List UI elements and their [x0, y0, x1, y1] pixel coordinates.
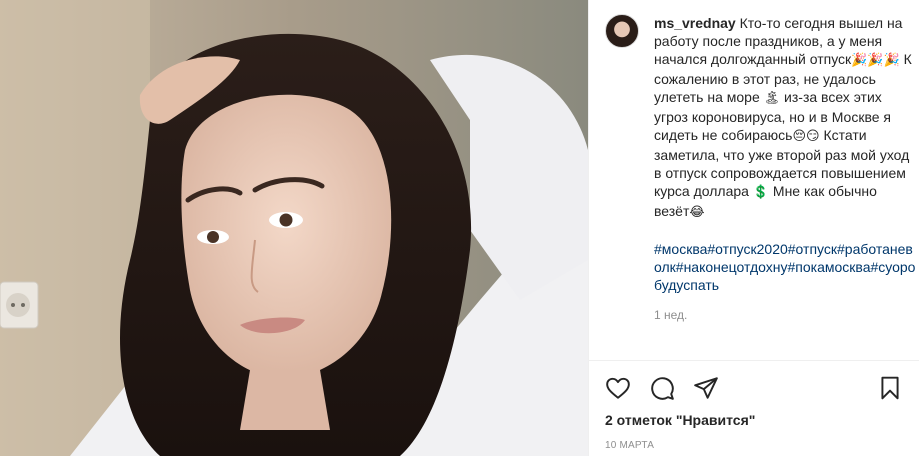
action-bar — [589, 360, 919, 417]
hashtag-link[interactable]: #покамосква — [788, 259, 871, 275]
laughing-emoji: 😂 — [689, 205, 705, 220]
hashtag-link[interactable]: #москва — [654, 241, 707, 257]
post-frame: ms_vrednay Кто-то сегодня вышел на работ… — [0, 0, 919, 456]
bookmark-icon[interactable] — [877, 375, 903, 401]
hashtag-link[interactable]: #отпуск — [788, 241, 837, 257]
island-emoji: 🏝 — [763, 91, 781, 106]
avatar[interactable] — [605, 14, 639, 48]
post-date: 10 марта — [605, 440, 655, 451]
post-sidebar: ms_vrednay Кто-то сегодня вышел на работ… — [588, 0, 919, 456]
comment-icon[interactable] — [649, 375, 675, 401]
face-emoji: 😔😏 — [792, 129, 820, 144]
hashtag-link[interactable]: #наконецотдохну — [676, 259, 788, 275]
selfie-image — [0, 0, 588, 456]
dollar-emoji: 💲 — [752, 185, 770, 200]
party-emoji: 🎉🎉🎉 — [851, 53, 900, 68]
likes-count[interactable]: 2 отметок "Нравится" — [605, 412, 755, 428]
share-icon[interactable] — [693, 375, 719, 401]
action-row — [605, 375, 903, 403]
heart-icon[interactable] — [605, 375, 631, 401]
post-time-ago[interactable]: 1 нед. — [654, 308, 916, 322]
hashtag-link[interactable]: #отпуск2020 — [707, 241, 787, 257]
post-photo[interactable] — [0, 0, 588, 456]
post-caption: ms_vrednay Кто-то сегодня вышел на работ… — [654, 14, 916, 322]
username-link[interactable]: ms_vrednay — [654, 15, 736, 31]
hashtag-list: #москва#отпуск2020#отпуск#работаневолк#н… — [654, 240, 916, 294]
